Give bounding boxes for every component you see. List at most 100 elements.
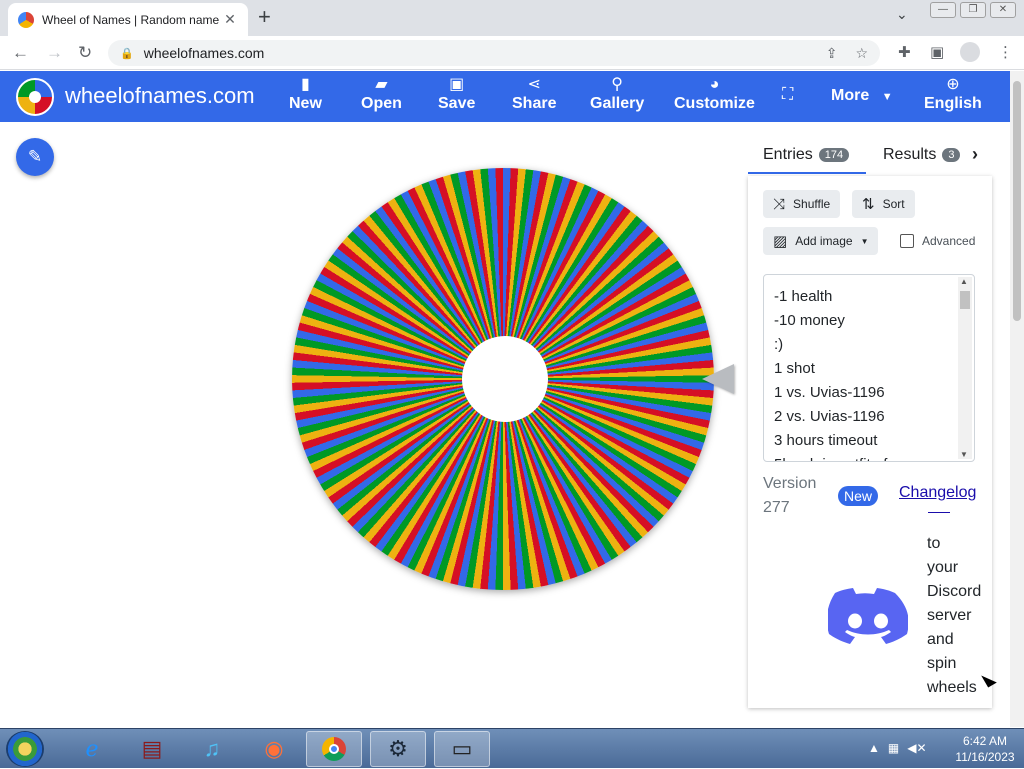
fullscreen-icon: ⛶	[782, 86, 794, 103]
browser-tab[interactable]: Wheel of Names | Random name ✕	[8, 3, 248, 36]
start-button[interactable]	[6, 731, 44, 767]
search-icon: ⚲	[611, 76, 623, 93]
clock[interactable]: 6:42 AM 11/16/2023	[950, 729, 1020, 769]
new-badge: New	[838, 486, 879, 506]
entry-line: 2 vs. Uvias-1196	[774, 408, 885, 425]
sort-button[interactable]: ⇅ Sort	[852, 190, 915, 218]
firefox-icon[interactable]: ◉	[246, 731, 302, 767]
url-text: wheelofnames.com	[143, 45, 265, 61]
lock-icon[interactable]: 🔒	[120, 47, 134, 60]
entries-count-badge: 174	[818, 148, 850, 162]
file-icon: ▮	[301, 76, 310, 93]
address-toolbar: ← → ↻ 🔒 wheelofnames.com ⇪ ☆ ✚ ▣ ⋮	[0, 36, 1024, 70]
nav-save[interactable]: ▣ Save	[438, 75, 475, 113]
nav-language[interactable]: ⊕ English	[924, 75, 982, 113]
advanced-toggle[interactable]: Advanced	[900, 234, 975, 248]
discord-promo-text: to your Discord server and spin wheels	[927, 532, 981, 700]
scroll-down-icon[interactable]: ▼	[960, 450, 968, 459]
app-header: wheelofnames.com ▮ New ▰ Open ▣ Save ⋖ S…	[0, 71, 1012, 122]
discord-text-line: wheels	[927, 679, 977, 696]
minimize-button[interactable]: —	[930, 2, 956, 18]
extensions-puzzle-icon[interactable]: ✚	[898, 43, 911, 61]
nav-open[interactable]: ▰ Open	[361, 75, 402, 113]
entries-textarea[interactable]: -1 health -10 money :) 1 shot 1 vs. Uvia…	[763, 274, 975, 462]
share-icon: ⋖	[527, 76, 541, 93]
caret-down-icon: ▼	[860, 236, 869, 246]
entry-line: 1 vs. Uvias-1196	[774, 384, 885, 401]
bookmark-star-icon[interactable]: ☆	[855, 45, 868, 62]
entry-line: :)	[774, 336, 784, 353]
reload-icon[interactable]: ↻	[78, 43, 92, 63]
entries-panel: ⤨ Shuffle ⇅ Sort ▨ Add image ▼ Advanced …	[748, 176, 992, 708]
nav-customize[interactable]: ◕ Customize	[674, 75, 755, 113]
laptop-icon[interactable]: ▭	[434, 731, 490, 767]
entries-scrollbar[interactable]: ▲ ▼	[958, 277, 972, 459]
changelog-link[interactable]: Changelog	[899, 484, 976, 502]
browser-tab-strip: Wheel of Names | Random name ✕ + ⌄ — ❐ ✕	[0, 0, 1024, 36]
page-scrollbar[interactable]	[1010, 71, 1024, 727]
results-count-badge: 3	[942, 148, 961, 162]
favicon-icon	[18, 11, 34, 28]
shuffle-button[interactable]: ⤨ Shuffle	[763, 190, 841, 218]
link-underline	[928, 512, 950, 513]
forward-arrow-icon[interactable]: →	[46, 43, 63, 63]
tab-entries[interactable]: Entries 174	[763, 146, 850, 164]
version-info: Version 277	[763, 475, 817, 516]
discord-text-line: spin	[927, 655, 957, 672]
discord-text-line: Discord	[927, 583, 982, 600]
winrar-icon[interactable]: ▤	[124, 731, 180, 767]
nav-share[interactable]: ⋖ Share	[512, 75, 556, 113]
discord-text-line: and	[927, 631, 954, 648]
edit-pencil-button[interactable]: ✎	[16, 138, 54, 176]
tab-close-icon[interactable]: ✕	[222, 11, 238, 28]
discord-text-line: server	[927, 607, 972, 624]
scroll-up-icon[interactable]: ▲	[960, 277, 968, 286]
pencil-icon: ✎	[27, 147, 43, 166]
back-arrow-icon[interactable]: ←	[12, 43, 29, 63]
add-image-button[interactable]: ▨ Add image ▼	[763, 227, 879, 255]
wheel-logo-icon[interactable]	[16, 78, 54, 116]
discord-logo-icon[interactable]	[828, 588, 908, 650]
advanced-checkbox[interactable]	[900, 234, 914, 248]
entry-line: 5k sub in outfit of	[774, 453, 974, 461]
caret-down-icon: ▼	[881, 91, 893, 103]
share-page-icon[interactable]: ⇪	[826, 45, 838, 62]
steam-icon[interactable]: ⚙	[370, 731, 426, 767]
omnibox[interactable]: 🔒 wheelofnames.com ⇪ ☆	[108, 40, 880, 66]
entry-line: 1 shot	[774, 360, 815, 377]
windows-taskbar: ℯ ▤ ♫ ◉ ⚙ ▭ ▲ ▦ ◀✕ 6:42 AM 11/16/2023	[0, 728, 1024, 768]
entries-scroll-thumb[interactable]	[960, 291, 970, 309]
nav-new[interactable]: ▮ New	[289, 75, 322, 113]
nav-gallery[interactable]: ⚲ Gallery	[590, 75, 644, 113]
sort-icon: ⇅	[862, 196, 875, 213]
nav-more[interactable]: More ▼	[831, 87, 893, 105]
brand-title[interactable]: wheelofnames.com	[65, 83, 255, 109]
panel-tabs: Entries 174 Results 3 ›	[748, 140, 992, 176]
profile-avatar[interactable]	[960, 42, 980, 62]
close-window-button[interactable]: ✕	[990, 2, 1016, 18]
discord-text-line: your	[927, 559, 959, 576]
maximize-button[interactable]: ❐	[960, 2, 986, 18]
nav-fullscreen[interactable]: ⛶	[782, 85, 793, 105]
chrome-icon[interactable]	[306, 731, 362, 767]
side-panel-icon[interactable]: ▣	[930, 43, 944, 61]
wheel-pointer-icon	[702, 364, 734, 394]
page-scroll-thumb[interactable]	[1013, 81, 1021, 321]
tray-expand-icon[interactable]: ▲	[868, 741, 880, 755]
entry-line: -10 money	[774, 312, 845, 329]
shuffle-icon: ⤨	[773, 195, 786, 213]
wheel-center-hub[interactable]	[462, 336, 548, 422]
itunes-icon[interactable]: ♫	[184, 731, 240, 767]
active-tab-indicator	[748, 172, 866, 174]
browser-menu-icon[interactable]: ⋮	[998, 43, 1013, 61]
entry-line: 3 hours timeout	[774, 432, 878, 449]
ie-icon[interactable]: ℯ	[64, 731, 120, 767]
volume-muted-icon[interactable]: ◀✕	[907, 741, 926, 755]
tab-search-chevron-icon[interactable]: ⌄	[896, 6, 908, 23]
tab-results[interactable]: Results 3	[883, 146, 961, 164]
new-tab-button[interactable]: +	[258, 4, 271, 30]
network-icon[interactable]: ▦	[888, 741, 899, 755]
image-icon: ▨	[773, 233, 788, 250]
chevron-right-icon[interactable]: ›	[972, 144, 978, 165]
system-tray: ▲ ▦ ◀✕	[868, 741, 927, 755]
